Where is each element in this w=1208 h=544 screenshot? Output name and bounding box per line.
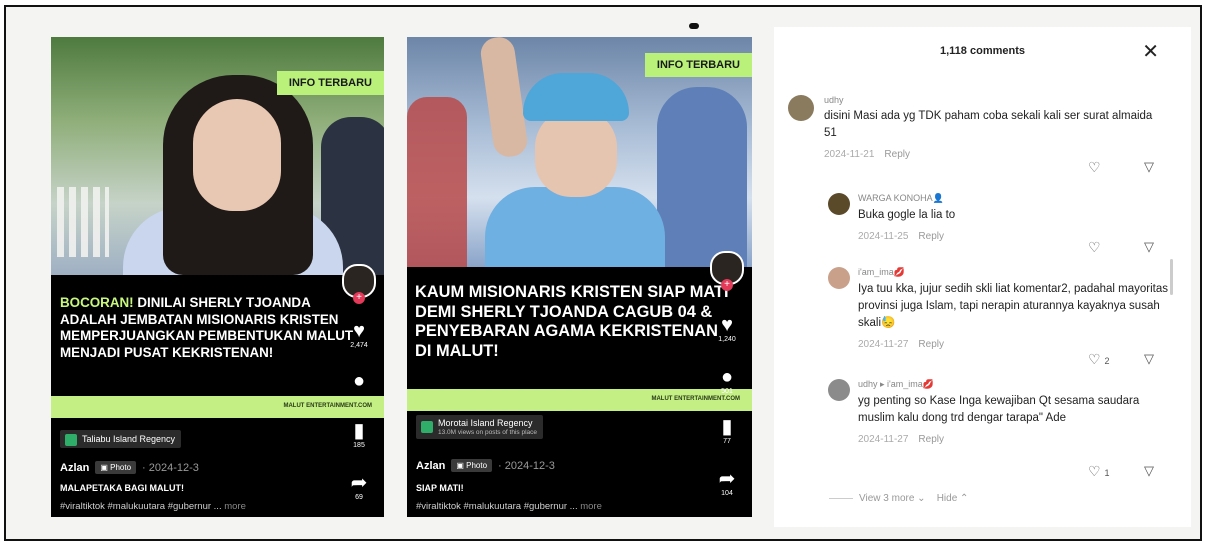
comment-item: udhy ▸ i'am_ima💋 yg penting so Kase Inga… [828, 379, 1168, 479]
info-badge: INFO TERBARU [644, 53, 752, 77]
comments-title: 1,118 comments [940, 45, 1025, 57]
avatar[interactable] [828, 193, 850, 215]
close-icon[interactable]: ✕ [1142, 39, 1159, 64]
save-count: 185 [353, 442, 365, 449]
post-caption: SIAP MATI! [416, 483, 464, 493]
avatar[interactable] [788, 95, 814, 121]
heart-outline-icon[interactable]: ♡ 2 [1088, 351, 1109, 368]
post-card-2[interactable]: INFO TERBARU KAUM MISIONARIS KRISTEN SIA… [407, 37, 752, 517]
post-headline: KAUM MISIONARIS KRISTEN SIAP MATI DEMI S… [415, 283, 729, 360]
comment-username[interactable]: udhy ▸ i'am_ima💋 [858, 379, 1168, 390]
reply-button[interactable]: Reply [918, 339, 944, 350]
comment-item: i'am_ima💋 Iya tuu kka, jujur sedih skli … [828, 267, 1169, 367]
location-tag[interactable]: Morotai Island Regency 13.0M views on pos… [416, 415, 543, 439]
follow-plus-icon[interactable]: + [353, 292, 365, 304]
comment-username[interactable]: udhy [824, 95, 1168, 105]
dislike-icon[interactable]: ▽ [1144, 463, 1154, 479]
watermark-bar: MALUT ENTERTAINMENT.COM [51, 396, 384, 418]
like-count: 2,474 [350, 342, 368, 349]
post-photo: INFO TERBARU [407, 37, 752, 267]
comment-icon[interactable]: ● [353, 371, 365, 391]
photo-type-label: ▣ Photo [451, 459, 493, 472]
comment-text: yg penting so Kase Inga kewajiban Qt ses… [858, 395, 1140, 424]
post-tags: #viraltiktok #malukuutara #gubernur ... … [416, 501, 602, 512]
bookmark-icon[interactable]: ▮ [353, 421, 364, 441]
replies-controls: View 3 more ⌄ Hide ⌃ [829, 493, 968, 504]
creator-avatar[interactable]: + [710, 251, 744, 291]
comment-meta: 2024-11-27 Reply [858, 434, 944, 445]
heart-outline-icon[interactable]: ♡ [1088, 239, 1101, 256]
heart-outline-icon[interactable]: ♡ [1088, 159, 1101, 176]
dislike-icon[interactable]: ▽ [1144, 239, 1154, 255]
reply-button[interactable]: Reply [884, 149, 910, 160]
comment-text: Iya tuu kka, jujur sedih skli liat komen… [858, 283, 1169, 329]
comment-meta: 2024-11-27 Reply [858, 339, 944, 350]
heart-outline-icon[interactable]: ♡ 1 [1088, 463, 1109, 480]
frame-dot [689, 23, 699, 29]
avatar[interactable] [828, 379, 850, 401]
heart-icon[interactable]: ♥ [721, 315, 733, 335]
post-tags: #viraltiktok #malukuutara #gubernur ... … [60, 501, 246, 512]
comments-panel: 1,118 comments ✕ udhy disini Masi ada yg… [774, 27, 1191, 527]
action-rail: + [342, 264, 376, 304]
comment-meta: 2024-11-21 Reply [824, 149, 910, 160]
bookmark-icon[interactable]: ▮ [721, 417, 732, 437]
dislike-icon[interactable]: ▽ [1144, 159, 1154, 175]
comment-icon[interactable]: ● [721, 367, 733, 387]
watermark-bar: MALUT ENTERTAINMENT.COM [407, 389, 752, 411]
comment-username[interactable]: i'am_ima💋 [858, 267, 1168, 278]
post-author-row: Azlan ▣ Photo · 2024-12-3 [416, 459, 555, 472]
heart-icon[interactable]: ♥ [353, 321, 365, 341]
author-name[interactable]: Azlan [416, 460, 445, 472]
post-headline: BOCORAN! DINILAI SHERLY TJOANDA ADALAH J… [60, 295, 354, 360]
hide-replies[interactable]: Hide ⌃ [937, 493, 969, 504]
more-link[interactable]: more [224, 501, 246, 512]
post-photo: INFO TERBARU [51, 37, 384, 275]
post-caption: MALAPETAKA BAGI MALUT! [60, 483, 184, 493]
share-icon[interactable]: ➦ [351, 473, 368, 493]
location-pin-icon [65, 434, 77, 446]
location-views: 13.0M views on posts of this place [438, 429, 537, 436]
comment-username[interactable]: WARGA KONOHA👤 [858, 193, 1168, 204]
comment-item: udhy disini Masi ada yg TDK paham coba s… [788, 95, 1168, 175]
more-link[interactable]: more [580, 501, 602, 512]
location-pin-icon [421, 421, 433, 433]
author-name[interactable]: Azlan [60, 462, 89, 474]
reply-button[interactable]: Reply [918, 434, 944, 445]
screenshot-frame: INFO TERBARU BOCORAN! DINILAI SHERLY TJO… [4, 5, 1202, 541]
comment-text: disini Masi ada yg TDK paham coba sekali… [824, 110, 1153, 139]
post-author-row: Azlan ▣ Photo · 2024-12-3 [60, 461, 199, 474]
post-date: · 2024-12-3 [142, 461, 199, 474]
follow-plus-icon[interactable]: + [721, 279, 733, 291]
comment-item: WARGA KONOHA👤 Buka gogle la lia to 2024-… [828, 193, 1168, 255]
location-tag[interactable]: Taliabu Island Regency [60, 430, 182, 448]
creator-avatar[interactable]: + [342, 264, 376, 304]
share-icon[interactable]: ➦ [719, 469, 736, 489]
reply-button[interactable]: Reply [918, 231, 944, 242]
view-more-replies[interactable]: View 3 more ⌄ [859, 493, 926, 504]
action-rail: + [710, 251, 744, 291]
like-count: 1,240 [718, 336, 736, 343]
scrollbar[interactable] [1170, 259, 1173, 295]
share-count: 104 [721, 490, 733, 497]
comment-meta: 2024-11-25 Reply [858, 231, 944, 242]
dislike-icon[interactable]: ▽ [1144, 351, 1154, 367]
comment-text: Buka gogle la lia to [858, 209, 956, 221]
post-date: · 2024-12-3 [498, 459, 555, 472]
photo-type-label: ▣ Photo [95, 461, 137, 474]
comment-count: 501 [721, 388, 733, 395]
share-count: 69 [355, 494, 363, 501]
avatar[interactable] [828, 267, 850, 289]
save-count: 77 [723, 438, 731, 445]
post-card-1[interactable]: INFO TERBARU BOCORAN! DINILAI SHERLY TJO… [51, 37, 384, 517]
info-badge: INFO TERBARU [276, 71, 384, 95]
